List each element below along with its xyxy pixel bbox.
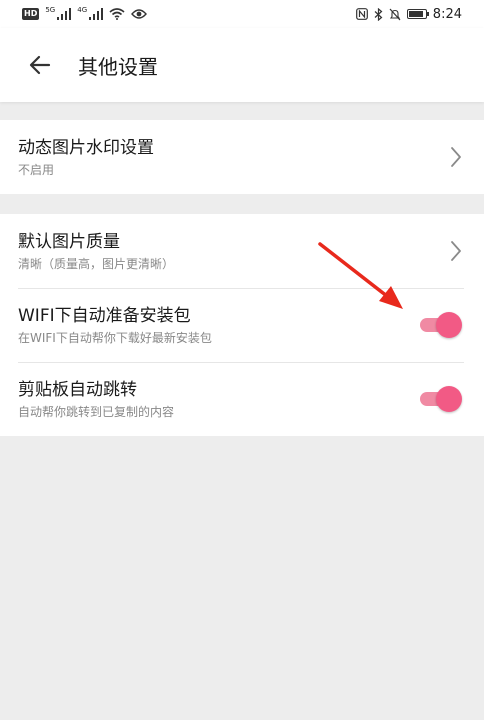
back-arrow-icon — [29, 55, 51, 75]
status-bar: HD 5G 4G 8:24 — [0, 0, 484, 28]
clipboard-jump-title: 剪贴板自动跳转 — [18, 379, 137, 400]
network-type-1: 5G — [45, 6, 56, 14]
chevron-right-icon — [451, 147, 461, 167]
clipboard-jump-row: 剪贴板自动跳转 自动帮你跳转到已复制的内容 — [0, 362, 484, 436]
hd-badge: HD — [22, 8, 40, 20]
status-left: HD 5G 4G — [22, 6, 148, 20]
bluetooth-icon — [374, 7, 383, 21]
clipboard-jump-text: 剪贴板自动跳转 自动帮你跳转到已复制的内容 — [18, 379, 174, 420]
wifi-package-toggle[interactable] — [420, 312, 462, 338]
wifi-package-subtitle: 在WIFI下自动帮你下载好最新安装包 — [18, 330, 212, 345]
clipboard-jump-toggle[interactable] — [420, 386, 462, 412]
watermark-subtitle: 不启用 — [18, 162, 55, 177]
wifi-package-text: WIFI下自动准备安装包 在WIFI下自动帮你下载好最新安装包 — [18, 305, 212, 346]
battery-icon — [406, 9, 429, 19]
watermark-title: 动态图片水印设置 — [18, 137, 154, 158]
image-quality-title: 默认图片质量 — [18, 231, 120, 252]
image-quality-row[interactable]: 默认图片质量 清晰（质量高，图片更清晰） — [0, 214, 484, 288]
app-bar: 其他设置 — [0, 28, 484, 102]
wifi-package-row: WIFI下自动准备安装包 在WIFI下自动帮你下载好最新安装包 — [0, 288, 484, 362]
wifi-icon — [109, 8, 125, 20]
clipboard-jump-subtitle: 自动帮你跳转到已复制的内容 — [18, 404, 175, 419]
image-quality-subtitle: 清晰（质量高，图片更清晰） — [18, 256, 175, 271]
signal-icon — [57, 8, 72, 20]
watermark-text: 动态图片水印设置 不启用 — [18, 137, 154, 178]
image-quality-text: 默认图片质量 清晰（质量高，图片更清晰） — [18, 231, 174, 272]
status-right: 8:24 — [355, 6, 462, 22]
watermark-setting-row[interactable]: 动态图片水印设置 不启用 — [0, 120, 484, 194]
wifi-package-title: WIFI下自动准备安装包 — [18, 305, 191, 326]
settings-card-general: 默认图片质量 清晰（质量高，图片更清晰） WIFI下自动准备安装包 在WIFI下… — [0, 214, 484, 436]
nfc-icon — [355, 8, 368, 20]
mute-bell-icon — [389, 8, 401, 20]
toggle-thumb — [436, 386, 462, 412]
page-title: 其他设置 — [78, 54, 158, 79]
toggle-thumb — [436, 312, 462, 338]
back-button[interactable] — [20, 45, 60, 85]
network-type-2: 4G — [77, 6, 88, 14]
signal-icon-2 — [89, 8, 104, 20]
chevron-right-icon — [451, 241, 461, 261]
status-time: 8:24 — [432, 6, 462, 22]
settings-card-watermark: 动态图片水印设置 不启用 — [0, 120, 484, 194]
eye-icon — [131, 9, 148, 19]
